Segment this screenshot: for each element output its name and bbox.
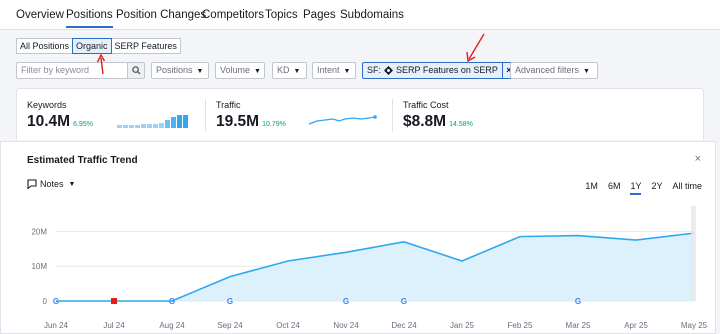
metric-label: Keywords [27,100,67,110]
annotation-arrow [466,33,485,63]
google-update-icon: G [53,297,59,306]
chevron-down-icon: ▼ [293,68,301,75]
x-tick-label: Jan 25 [450,321,475,330]
metric-value: $8.8M [403,113,447,130]
range-1m[interactable]: 1M [585,181,598,195]
range-1y[interactable]: 1Y [630,181,642,195]
top-nav: Overview Positions Position Changes Comp… [0,0,720,30]
range-all-time[interactable]: All time [672,181,702,195]
position-type-toggle: All Positions Organic SERP Features [16,38,181,54]
tab-subdomains[interactable]: Subdomains [340,9,404,21]
traffic-cost-metric[interactable]: Traffic Cost $8.8M 14.58% [403,100,473,131]
range-6m[interactable]: 6M [608,181,621,195]
x-tick-label: Jun 24 [44,321,69,330]
organic-button[interactable]: Organic [72,38,112,54]
series-area [56,233,694,301]
chevron-down-icon: ▼ [68,180,76,188]
y-tick-label: 0 [43,297,48,306]
chip-prefix: SF: [367,65,382,75]
chevron-down-icon: ▼ [583,68,590,75]
range-2y[interactable]: 2Y [651,181,662,195]
serp-feature-icon [384,66,394,75]
search-button[interactable] [127,62,145,79]
chip-label: SERP Features on SERP [396,65,498,75]
x-tick-label: Jul 24 [103,321,125,330]
close-button[interactable]: × [695,153,701,165]
panel-title: Estimated Traffic Trend [27,155,138,166]
positions-dropdown[interactable]: Positions ▼ [151,62,209,79]
google-update-icon: G [343,297,349,306]
hover-band [691,206,696,301]
metric-label: Traffic Cost [403,100,449,110]
x-tick-label: Feb 25 [508,321,533,330]
x-tick-label: Nov 24 [333,321,359,330]
tab-topics[interactable]: Topics [265,9,298,21]
serp-features-button[interactable]: SERP Features [110,38,181,54]
google-update-icon: G [169,297,175,306]
tab-positions[interactable]: Positions [66,9,113,28]
all-positions-button[interactable]: All Positions [16,38,74,54]
keywords-sparkbars [117,115,188,128]
tab-position-changes[interactable]: Position Changes [116,9,206,21]
metric-delta: 10.79% [262,121,286,128]
x-tick-label: Mar 25 [566,321,591,330]
x-tick-label: Sep 24 [217,321,243,330]
keyword-filter-input[interactable]: Filter by keyword [16,62,128,79]
volume-dropdown-label: Volume [220,65,251,75]
tab-competitors[interactable]: Competitors [202,9,264,21]
kd-dropdown[interactable]: KD ▼ [272,62,307,79]
metrics-summary: Keywords 10.4M 6.95% Traffic 19.5M 10.79… [16,88,704,140]
keywords-metric[interactable]: Keywords 10.4M 6.95% [27,100,93,131]
x-tick-label: Aug 24 [159,321,185,330]
divider [205,99,206,132]
intent-dropdown[interactable]: Intent ▼ [312,62,356,79]
positions-dropdown-label: Positions [156,65,193,75]
metric-label: Traffic [216,100,241,110]
google-update-icon: G [227,297,233,306]
divider [392,99,393,132]
advanced-filters-dropdown[interactable]: Advanced filters ▼ [510,62,598,79]
note-marker [111,298,117,304]
traffic-trend-panel: Estimated Traffic Trend × Notes ▼ 1M 6M … [0,141,716,334]
y-tick-label: 10M [31,262,47,271]
notes-dropdown[interactable]: Notes ▼ [27,179,75,189]
kd-dropdown-label: KD [277,65,290,75]
serp-features-filter-chip[interactable]: SF: SERP Features on SERP × [362,62,516,79]
volume-dropdown[interactable]: Volume ▼ [215,62,265,79]
intent-dropdown-label: Intent [317,65,340,75]
chevron-down-icon: ▼ [196,68,204,75]
metric-delta: 14.58% [449,121,473,128]
google-update-icon: G [575,297,581,306]
chevron-down-icon: ▼ [343,68,351,75]
traffic-metric[interactable]: Traffic 19.5M 10.79% [216,100,286,131]
google-update-icon: G [401,297,407,306]
date-range-selector: 1M 6M 1Y 2Y All time [585,181,702,195]
metric-value: 19.5M [216,113,260,130]
tab-overview[interactable]: Overview [16,9,64,21]
notes-label: Notes [40,179,64,189]
traffic-trend-chart: 0 10M 20M Jun 24 Jul 24 Aug 24 Sep 24 Oct 24 Nov… [31,206,708,330]
comment-icon [27,179,37,189]
tab-pages[interactable]: Pages [303,9,336,21]
x-tick-label: Oct 24 [276,321,300,330]
traffic-sparkline [308,115,377,125]
y-tick-label: 20M [31,227,47,236]
x-tick-label: Apr 25 [624,321,648,330]
chevron-down-icon: ▼ [254,68,261,75]
annotation-arrow [96,54,106,75]
metric-delta: 6.95% [73,121,93,128]
metric-value: 10.4M [27,113,71,130]
x-tick-label: May 25 [681,321,708,330]
x-tick-label: Dec 24 [391,321,417,330]
advanced-filters-label: Advanced filters [515,65,580,75]
search-icon [131,66,141,75]
